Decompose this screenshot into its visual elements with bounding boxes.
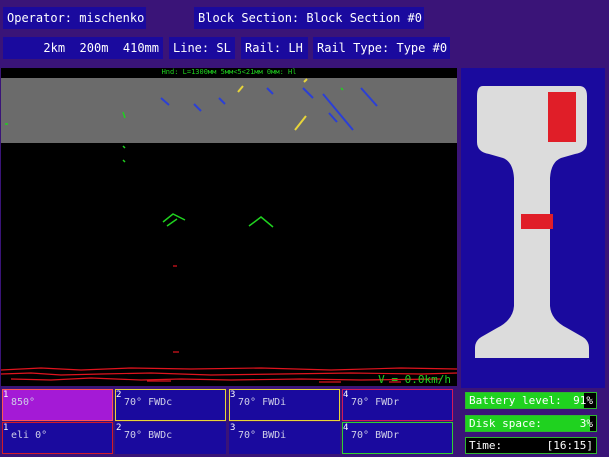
position-km: 2km [43,41,66,55]
position-readout: 2km 200m 410mm [39,41,163,55]
block-section-box[interactable]: Block Section: Block Section #0 [194,7,424,29]
channel-number: 3 [230,423,236,433]
signal-mark [266,87,274,95]
channel-label: 70° FWDi [238,397,287,408]
channel-button-bwd-1[interactable]: 1 eli 0° [2,422,113,454]
line-readout: Line: SL [173,41,231,55]
bottom-echo-line [10,377,442,381]
bottom-echo-line [1,367,457,371]
rail-type-box: Rail Type: Type #0 [313,37,450,59]
channel-label: 70° FWDc [124,397,173,408]
signal-mark [328,112,338,123]
signal-mark [122,111,126,119]
channel-label: 850° [11,397,36,408]
channel-number: 2 [116,423,122,433]
position-mm: 410mm [122,41,159,55]
channel-button-fwd-2[interactable]: 2 70° FWDc [115,389,226,421]
rail-value: LH [288,41,303,55]
disk-value: 3% [579,417,593,430]
line-box: Line: SL [169,37,235,59]
channel-button-fwd-4[interactable]: 4 70° FWDr [342,389,453,421]
signal-mark [360,87,378,107]
rail-profile-panel[interactable] [461,68,605,388]
time-status: Time: [16:15] [465,437,597,454]
block-section-value: Block Section #0 [306,11,422,25]
operator-box: Operator: mischenko [3,7,146,29]
time-label: Time: [469,439,503,452]
block-section-label: Block Section: Block Section #0 [198,11,422,25]
signal-mark [340,87,344,91]
channel-label: eli 0° [11,430,48,441]
channel-number: 4 [343,423,349,433]
rail-profile-graphic [475,86,589,358]
channel-button-bwd-2[interactable]: 2 70° BWDc [115,422,226,454]
channel-button-fwd-1[interactable]: 1 850° [2,389,113,421]
channel-number: 1 [3,390,9,400]
channel-number: 4 [343,390,349,400]
battery-value: 91% [573,394,593,407]
channel-number: 1 [3,423,9,433]
signal-mark [303,78,308,83]
rail-type-value: Type #0 [396,41,448,55]
battery-label: Battery level: [469,394,562,407]
defect-web-marker [521,214,553,229]
channel-label: 70° FWDr [351,397,400,408]
operator-label: Operator: mischenko [7,11,145,25]
channel-label: 70° BWDr [351,430,400,441]
signal-mark [248,216,274,228]
signal-mark [237,85,244,93]
rail-box: Rail: LH [241,37,308,59]
channel-number: 3 [230,390,236,400]
signal-mark [218,97,226,105]
signal-mark [294,115,307,131]
rail-type-readout: Rail Type: Type #0 [317,41,448,55]
bscan-signals [1,78,457,383]
position-m: 200m [79,41,109,55]
signal-mark [160,97,170,106]
signal-mark [166,218,178,227]
disk-label: Disk space: [469,417,542,430]
channel-button-bwd-4[interactable]: 4 70° BWDr [342,422,453,454]
channel-label: 70° BWDc [124,430,173,441]
channel-button-fwd-3[interactable]: 3 70° FWDi [229,389,340,421]
channel-label: 70° BWDi [238,430,287,441]
disk-status: Disk space: 3% [465,415,597,432]
signal-mark [122,145,126,149]
battery-status: Battery level: 91% [465,392,597,409]
operator-name: mischenko [79,11,145,25]
signal-mark [193,103,202,112]
signal-mark [122,159,126,163]
rail-readout: Rail: LH [245,41,303,55]
signal-mark [302,87,314,99]
line-value: SL [216,41,231,55]
channel-button-bwd-3[interactable]: 3 70° BWDi [229,422,340,454]
time-value: [16:15] [546,439,593,452]
bscan-display[interactable]: Hnd: L=1300мм 5мм<5<21мм 0мм: Hl V = 0.0… [1,68,457,386]
position-box: 2km 200m 410mm [3,37,163,59]
signal-mark [322,93,354,131]
speed-readout: V = 0.0km/h [378,373,451,386]
channel-number: 2 [116,390,122,400]
defect-head-marker [548,92,576,142]
